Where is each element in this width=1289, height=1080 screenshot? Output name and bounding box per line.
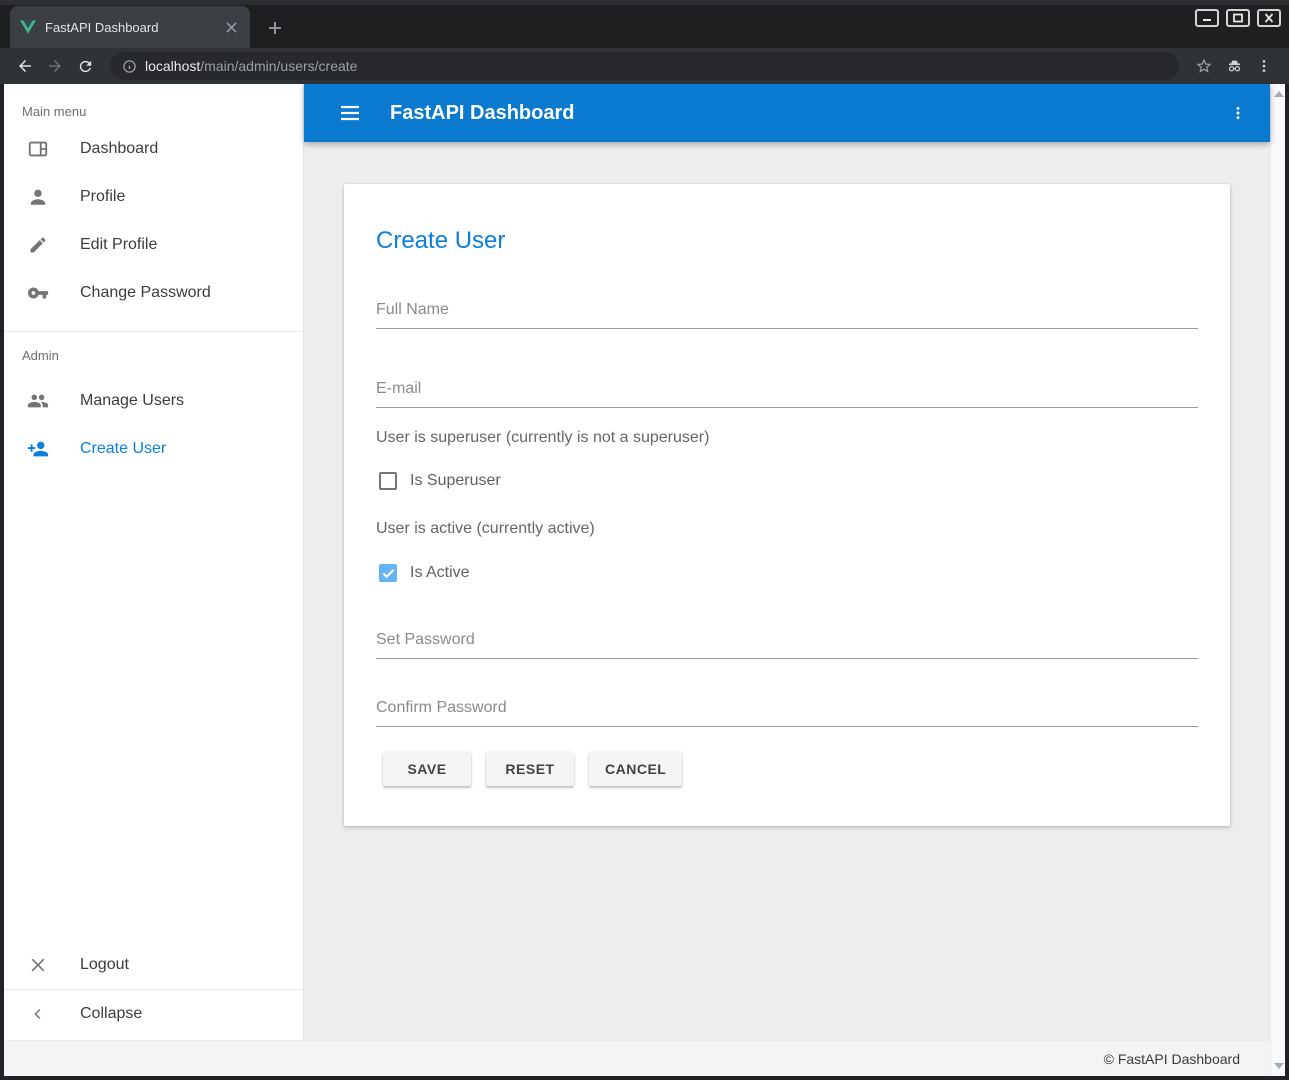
scroll-down-icon[interactable]	[1274, 1063, 1284, 1069]
sidebar-section-main-menu: Main menu	[4, 84, 303, 125]
sidebar-item-manage-users[interactable]: Manage Users	[4, 377, 303, 425]
appbar-kebab-icon[interactable]	[1230, 103, 1246, 123]
url-host: localhost	[145, 58, 200, 74]
cancel-button[interactable]: CANCEL	[589, 752, 682, 786]
maximize-button[interactable]	[1226, 9, 1250, 27]
reset-button[interactable]: RESET	[486, 752, 574, 786]
sidebar: Main menu Dashboard Profile	[4, 84, 304, 1040]
email-field-wrap	[376, 376, 1198, 408]
incognito-icon	[1219, 52, 1249, 80]
checkbox-label: Is Superuser	[410, 472, 501, 490]
tab-close-icon[interactable]	[222, 18, 240, 36]
sidebar-item-logout[interactable]: Logout	[4, 941, 303, 989]
url-text: localhost/main/admin/users/create	[145, 58, 357, 74]
set-password-field-wrap	[376, 627, 1198, 659]
people-icon	[26, 389, 50, 413]
create-user-card: Create User User is superuser (currently…	[344, 184, 1230, 826]
save-button[interactable]: SAVE	[383, 752, 471, 786]
sidebar-item-label: Collapse	[80, 1005, 142, 1023]
url-path: /main/admin/users/create	[200, 58, 357, 74]
checkbox-label: Is Active	[410, 564, 470, 582]
email-input[interactable]	[376, 376, 1198, 408]
back-icon[interactable]	[10, 52, 40, 80]
new-tab-icon[interactable]	[262, 15, 288, 41]
site-info-icon[interactable]	[122, 59, 137, 74]
sidebar-item-collapse[interactable]: Collapse	[4, 990, 303, 1038]
form-actions: SAVE RESET CANCEL	[383, 752, 697, 786]
chevron-left-icon	[26, 1002, 50, 1026]
sidebar-item-profile[interactable]: Profile	[4, 173, 303, 221]
confirm-password-field-wrap	[376, 695, 1198, 727]
sidebar-item-label: Create User	[80, 440, 166, 458]
sidebar-item-label: Profile	[80, 188, 125, 206]
key-icon	[26, 281, 50, 305]
confirm-password-input[interactable]	[376, 695, 1198, 727]
sidebar-section-admin: Admin	[4, 332, 303, 377]
full-name-field-wrap	[376, 297, 1198, 329]
close-window-button[interactable]	[1257, 9, 1281, 27]
person-add-icon	[26, 437, 50, 461]
sidebar-item-create-user[interactable]: Create User	[4, 425, 303, 473]
toolbar-right	[1189, 52, 1279, 80]
checkbox-unchecked-icon[interactable]	[379, 472, 397, 490]
active-hint: User is active (currently active)	[376, 519, 595, 538]
appbar: FastAPI Dashboard	[304, 84, 1270, 142]
full-name-input[interactable]	[376, 297, 1198, 329]
browser-window: FastAPI Dashboard	[0, 0, 1289, 1080]
browser-titlebar: FastAPI Dashboard	[0, 0, 1289, 48]
dashboard-icon	[26, 137, 50, 161]
hamburger-menu-icon[interactable]	[340, 105, 360, 121]
footer-copyright: © FastAPI Dashboard	[1104, 1051, 1240, 1067]
sidebar-item-edit-profile[interactable]: Edit Profile	[4, 221, 303, 269]
browser-toolbar: localhost/main/admin/users/create	[0, 48, 1289, 84]
scrollbar[interactable]	[1270, 84, 1285, 1076]
sidebar-item-label: Logout	[80, 956, 129, 974]
is-superuser-checkbox-row[interactable]: Is Superuser	[379, 472, 501, 490]
sidebar-item-label: Manage Users	[80, 392, 184, 410]
set-password-input[interactable]	[376, 627, 1198, 659]
sidebar-item-label: Dashboard	[80, 140, 158, 158]
main-content: Create User User is superuser (currently…	[304, 142, 1270, 1040]
sidebar-item-dashboard[interactable]: Dashboard	[4, 125, 303, 173]
reload-icon[interactable]	[70, 52, 100, 80]
checkbox-checked-icon[interactable]	[379, 564, 397, 582]
sidebar-bottom: Logout Collapse	[4, 941, 303, 1038]
appbar-title: FastAPI Dashboard	[390, 102, 1230, 125]
sidebar-item-change-password[interactable]: Change Password	[4, 269, 303, 317]
browser-menu-kebab-icon[interactable]	[1249, 52, 1279, 80]
close-x-icon	[26, 953, 50, 977]
vue-favicon-icon	[20, 20, 36, 34]
footer: © FastAPI Dashboard	[4, 1040, 1270, 1076]
browser-tab[interactable]: FastAPI Dashboard	[10, 6, 250, 48]
bookmark-star-icon[interactable]	[1189, 52, 1219, 80]
page-title: Create User	[376, 225, 505, 257]
sidebar-item-label: Edit Profile	[80, 236, 157, 254]
minimize-button[interactable]	[1195, 9, 1219, 27]
url-bar[interactable]: localhost/main/admin/users/create	[110, 52, 1179, 80]
page: Main menu Dashboard Profile	[4, 84, 1285, 1076]
sidebar-item-label: Change Password	[80, 284, 211, 302]
superuser-hint: User is superuser (currently is not a su…	[376, 428, 709, 447]
scroll-up-icon[interactable]	[1274, 91, 1284, 97]
pencil-icon	[26, 233, 50, 257]
forward-icon[interactable]	[40, 52, 70, 80]
person-icon	[26, 185, 50, 209]
tab-title: FastAPI Dashboard	[36, 20, 222, 35]
is-active-checkbox-row[interactable]: Is Active	[379, 564, 470, 582]
window-controls	[1195, 9, 1281, 27]
